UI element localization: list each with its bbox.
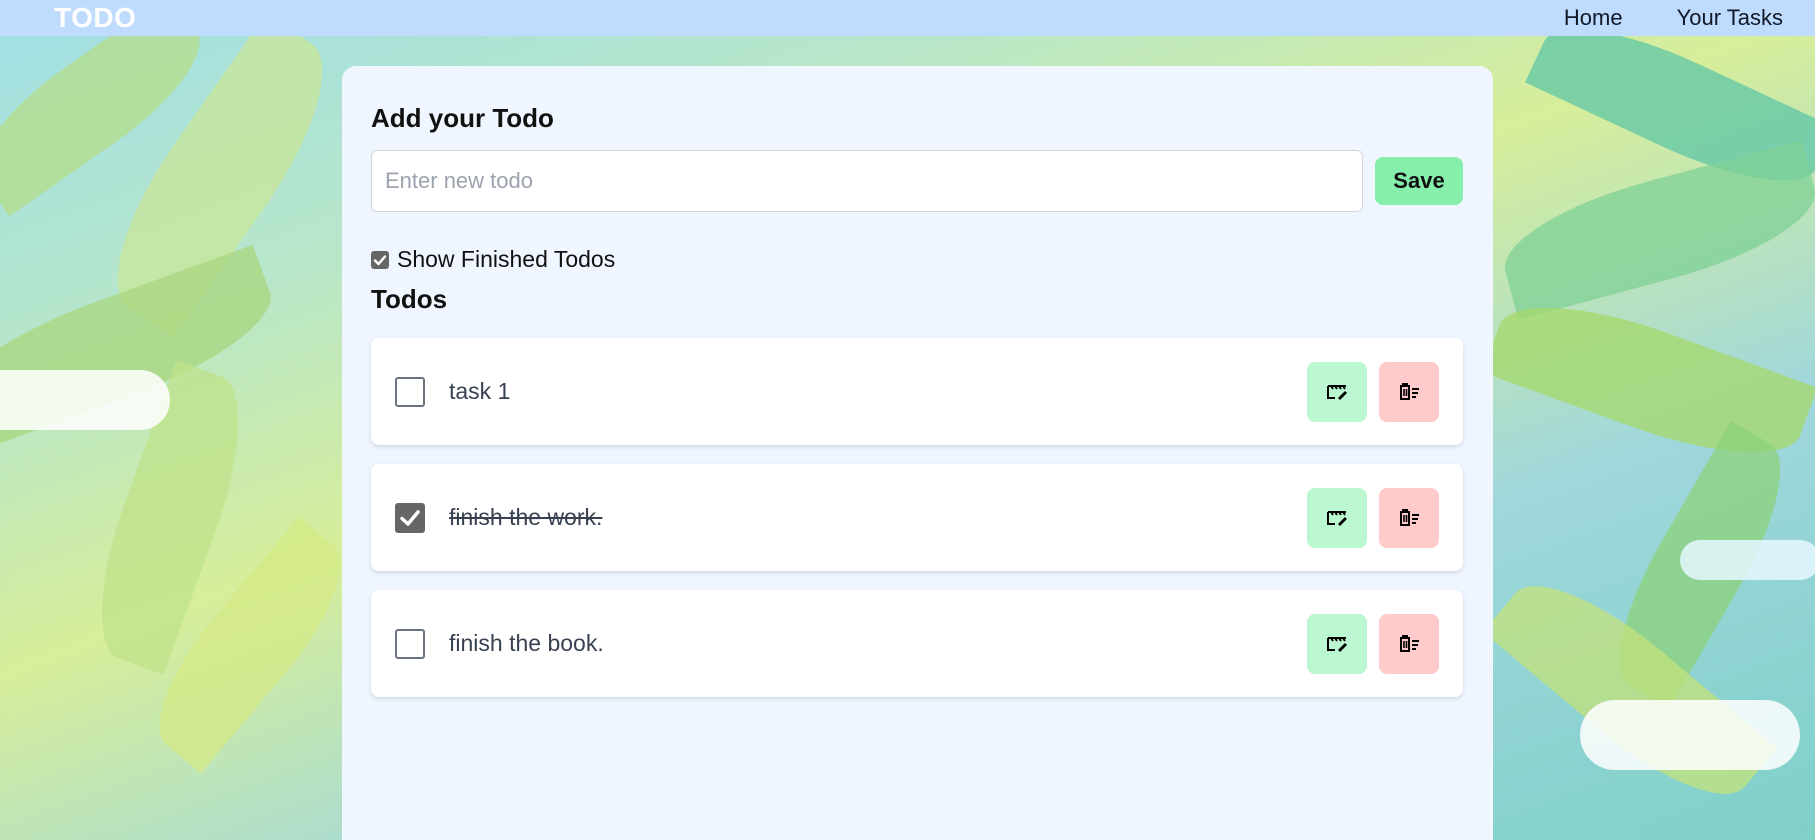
nav-link-home[interactable]: Home <box>1564 5 1623 31</box>
edit-button[interactable] <box>1307 362 1367 422</box>
todo-item: finish the work. <box>371 464 1463 571</box>
todo-actions <box>1307 488 1439 548</box>
save-button[interactable]: Save <box>1375 157 1463 205</box>
todo-item: task 1 <box>371 338 1463 445</box>
show-finished-checkbox[interactable] <box>371 250 389 269</box>
edit-icon <box>1327 511 1347 526</box>
delete-button[interactable] <box>1379 362 1439 422</box>
delete-button[interactable] <box>1379 488 1439 548</box>
check-icon <box>400 509 420 526</box>
todo-text: finish the work. <box>449 504 603 530</box>
todo-text: task 1 <box>449 378 511 404</box>
delete-icon <box>1400 509 1419 526</box>
todo-list: task 1 finish the work. finish the book. <box>371 338 1463 716</box>
nav-link-your-tasks[interactable]: Your Tasks <box>1677 5 1783 31</box>
app-logo[interactable]: TODO <box>54 2 136 34</box>
delete-icon <box>1400 635 1419 652</box>
check-icon <box>373 254 387 265</box>
todo-checkbox[interactable] <box>395 502 425 533</box>
todo-actions <box>1307 362 1439 422</box>
edit-icon <box>1327 637 1347 652</box>
edit-button[interactable] <box>1307 614 1367 674</box>
add-todo-heading: Add your Todo <box>371 103 554 133</box>
todo-item: finish the book. <box>371 590 1463 697</box>
top-navbar: TODO Home Your Tasks <box>0 0 1815 36</box>
todo-checkbox[interactable] <box>395 376 425 407</box>
show-finished-label: Show Finished Todos <box>397 246 616 272</box>
todo-actions <box>1307 614 1439 674</box>
nav-links: Home Your Tasks <box>1564 5 1783 31</box>
todo-checkbox[interactable] <box>395 628 425 659</box>
edit-icon <box>1327 385 1347 400</box>
new-todo-input[interactable] <box>371 150 1363 212</box>
show-finished-toggle[interactable]: Show Finished Todos <box>371 246 615 273</box>
delete-button[interactable] <box>1379 614 1439 674</box>
todo-text: finish the book. <box>449 630 604 656</box>
todos-section-title: Todos <box>371 284 448 314</box>
todo-card: Add your Todo Save Show Finished Todos T… <box>342 66 1493 840</box>
edit-button[interactable] <box>1307 488 1367 548</box>
delete-icon <box>1400 383 1419 400</box>
